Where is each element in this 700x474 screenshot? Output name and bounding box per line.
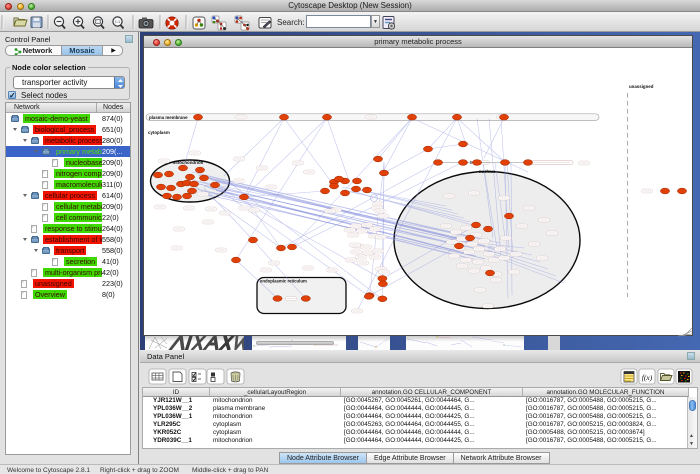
- svg-text:1:1: 1:1: [115, 19, 121, 24]
- svg-text:cytoplasm: cytoplasm: [148, 130, 170, 135]
- svg-text:mitochondrion: mitochondrion: [173, 160, 204, 165]
- svg-text:f(x): f(x): [642, 373, 653, 382]
- svg-text:endoplasmic reticulum: endoplasmic reticulum: [260, 279, 307, 284]
- svg-text:plasma membrane: plasma membrane: [149, 115, 188, 120]
- svg-text:nucleus: nucleus: [479, 169, 496, 174]
- svg-text:unassigned: unassigned: [629, 84, 654, 89]
